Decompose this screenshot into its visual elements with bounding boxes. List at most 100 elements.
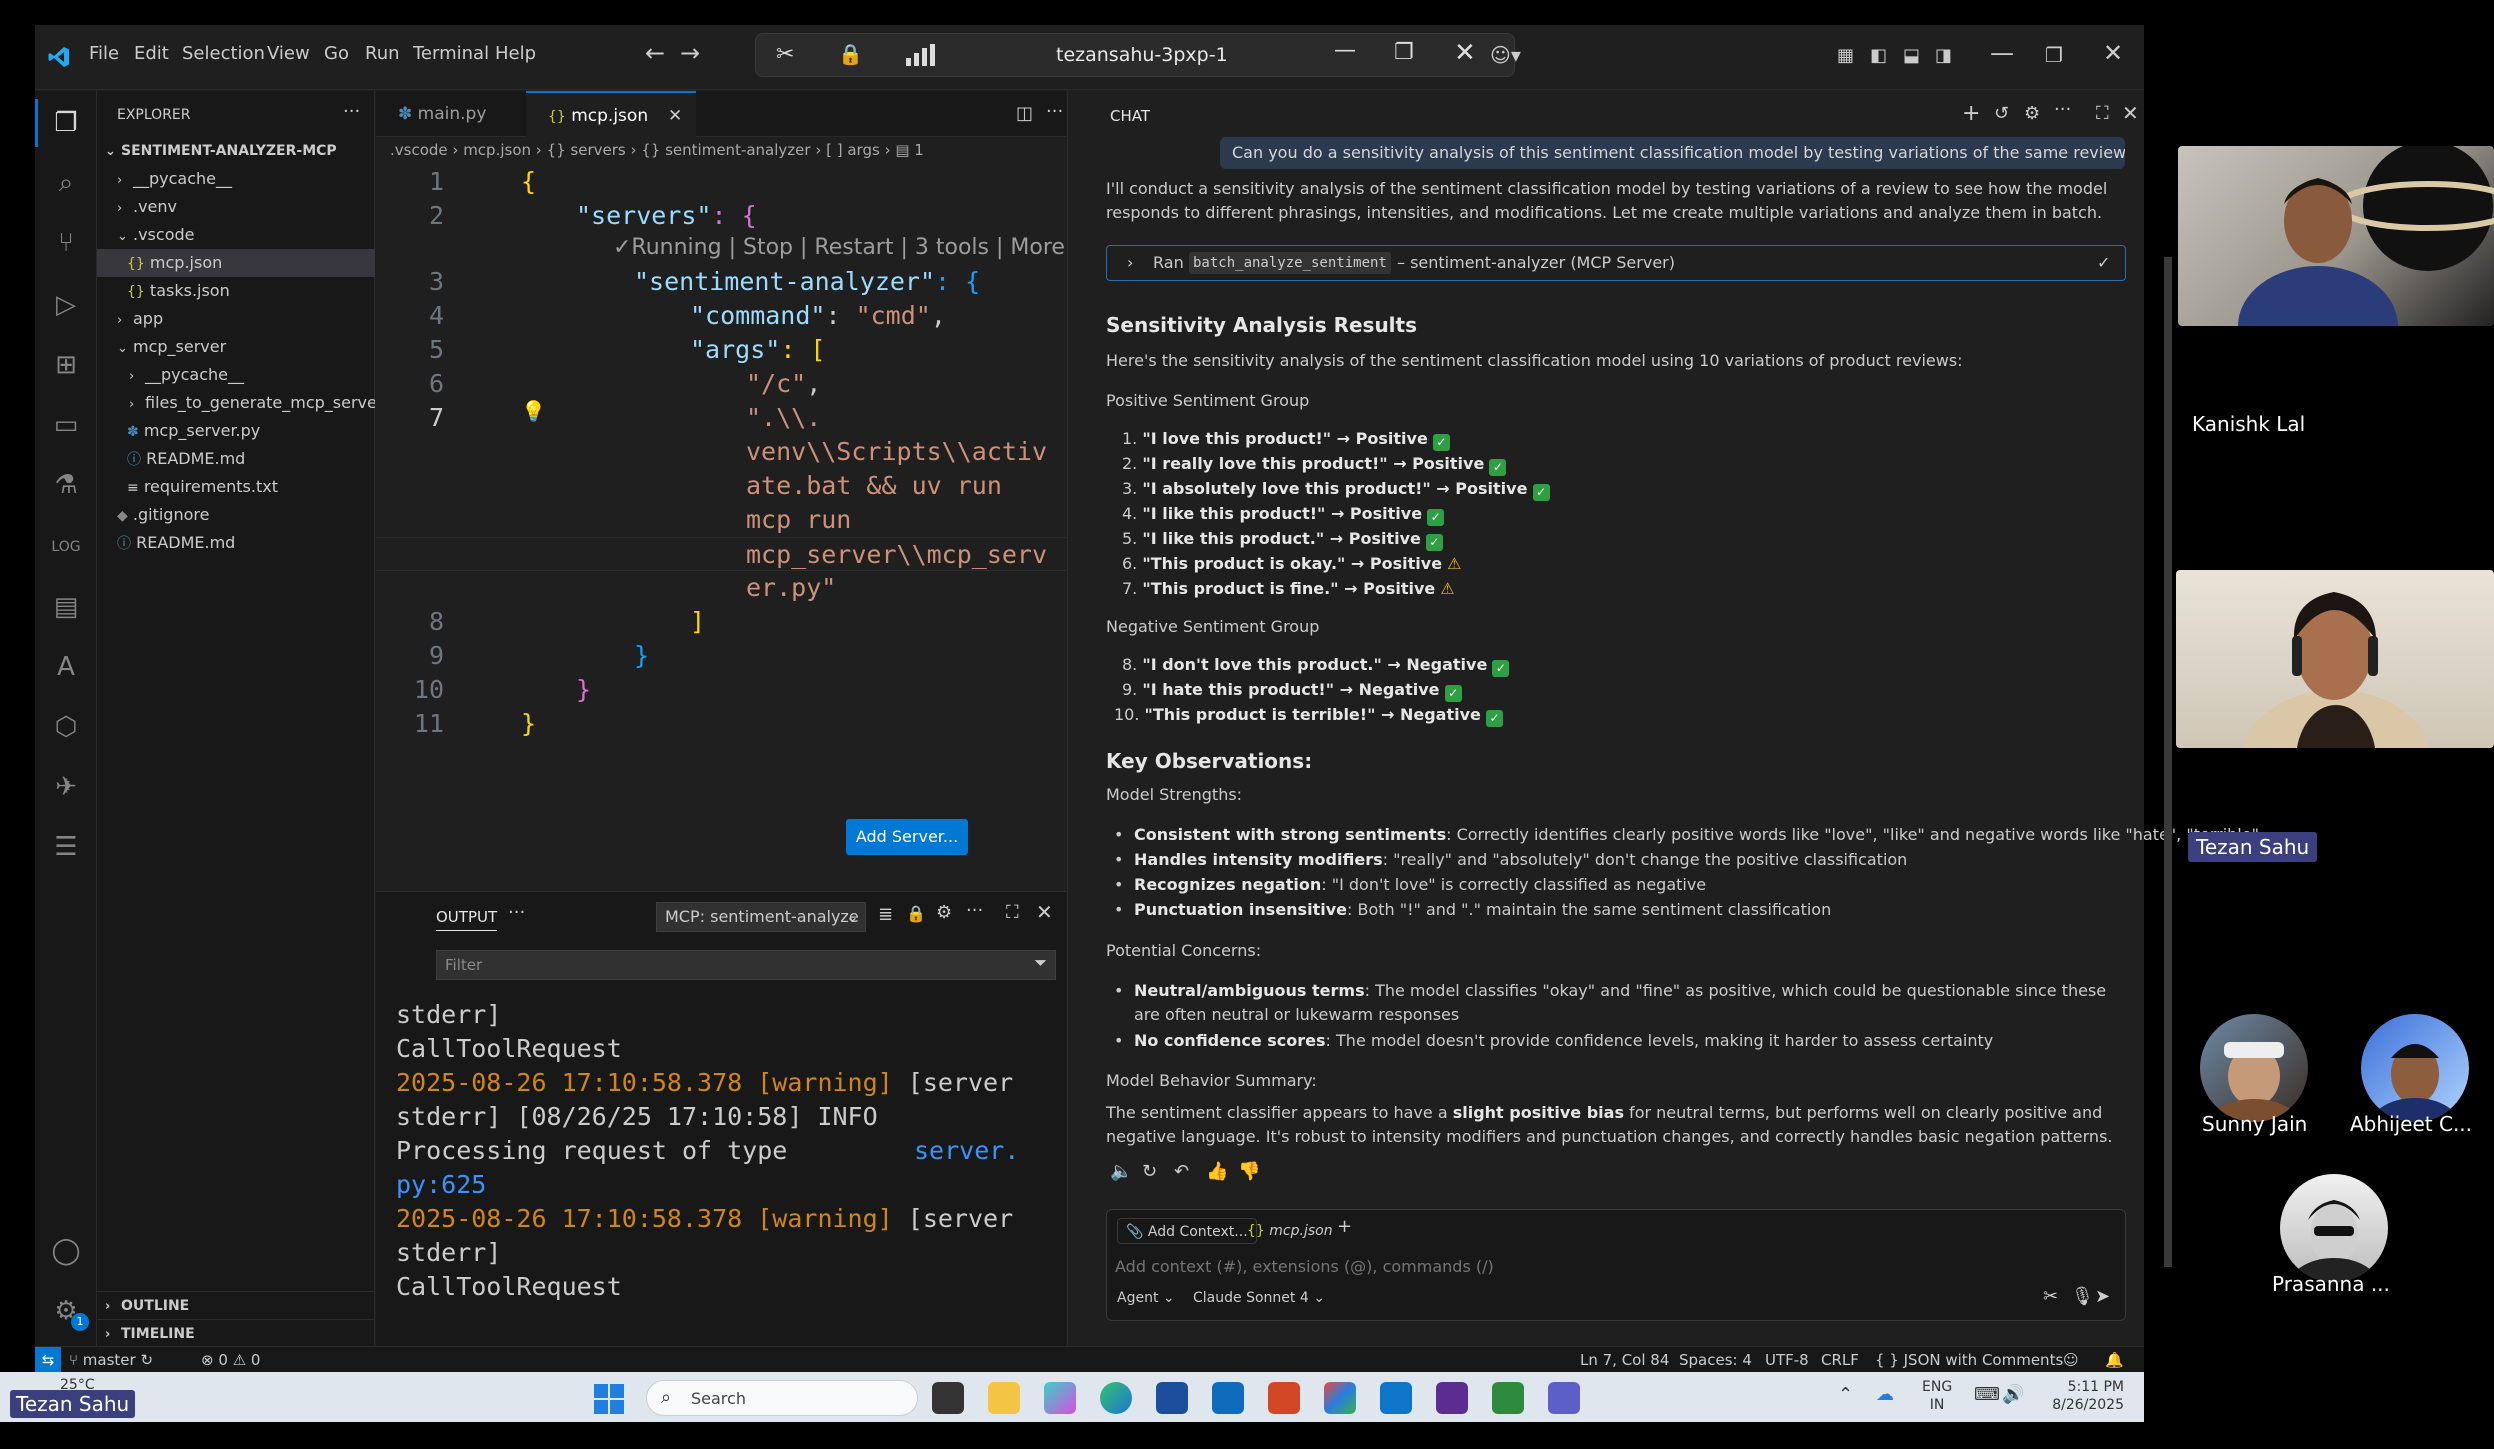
lock-scroll-icon[interactable]: 🔒 <box>906 904 926 923</box>
tree-item-files-to-generate[interactable]: › files_to_generate_mcp_server <box>97 389 375 417</box>
deploy-icon[interactable]: ✈ <box>50 771 82 803</box>
tree-item-venv[interactable]: › .venv <box>97 193 375 221</box>
output-filter-input[interactable]: Filter ⏷ <box>436 950 1056 980</box>
tab-main-py[interactable]: ✽ main.py <box>376 91 526 137</box>
menu-go[interactable]: Go <box>324 43 349 64</box>
menu-file[interactable]: File <box>89 43 119 64</box>
copilot-app-icon[interactable] <box>1044 1382 1076 1414</box>
store-icon[interactable] <box>1156 1382 1188 1414</box>
cursor-position[interactable]: Ln 7, Col 84 <box>1580 1347 1669 1373</box>
containers-icon[interactable]: ⬡ <box>50 711 82 743</box>
copilot-icon[interactable]: ☺▾ <box>1490 43 1521 67</box>
menu-help[interactable]: Help <box>495 43 536 64</box>
network-icon[interactable]: ⌨ <box>1974 1384 2000 1405</box>
retry-icon[interactable]: ↻ <box>1142 1161 1157 1182</box>
log-link[interactable]: server. <box>914 1134 1019 1168</box>
extensions-icon[interactable]: ⊞ <box>50 349 82 381</box>
accounts-icon[interactable]: ◯ <box>50 1235 82 1267</box>
breadcrumb-item[interactable]: {} sentiment-analyzer <box>641 141 810 159</box>
tree-item-pycache-2[interactable]: › __pycache__ <box>97 361 375 389</box>
close-tab-icon[interactable]: ✕ <box>668 93 682 139</box>
taskbar-search[interactable]: ⌕ Search <box>646 1380 918 1416</box>
undo-icon[interactable]: ↶ <box>1174 1161 1189 1182</box>
chat-scrollbar[interactable] <box>2164 257 2172 1267</box>
tab-output[interactable]: OUTPUT <box>436 908 498 931</box>
lightbulb-icon[interactable]: 💡 <box>521 399 546 423</box>
avatar-sunny[interactable] <box>2200 1014 2308 1122</box>
filter-icon[interactable]: ⏷ <box>1034 953 1047 973</box>
clock[interactable]: 5:11 PM 8/26/2025 <box>2044 1378 2124 1414</box>
language-mode[interactable]: { } JSON with Comments <box>1875 1347 2063 1373</box>
task-view-icon[interactable] <box>932 1382 964 1414</box>
office-icon[interactable] <box>1324 1382 1356 1414</box>
output-channel-select[interactable]: MCP: sentiment-analyze ⌄ <box>656 902 866 932</box>
remote-indicator-icon[interactable]: ⇆ <box>35 1347 61 1373</box>
powerpoint-icon[interactable] <box>1268 1382 1300 1414</box>
command-center[interactable]: ✂ 🔒 tezansahu-3pxp-1 — ❐ ✕ <box>755 33 1515 77</box>
tree-item-pycache[interactable]: › __pycache__ <box>97 165 375 193</box>
file-explorer-icon[interactable] <box>988 1382 1020 1414</box>
history-icon[interactable]: ↺ <box>1994 103 2009 124</box>
timeline-section[interactable]: › TIMELINE <box>97 1319 375 1347</box>
editor-more-icon[interactable]: ··· <box>1046 101 1063 122</box>
thumbs-up-icon[interactable]: 👍 <box>1206 1161 1228 1182</box>
maximize-panel-icon[interactable]: ⛶ <box>1006 902 1019 923</box>
tree-item-requirements[interactable]: ≡ requirements.txt <box>97 473 375 501</box>
notifications-bell-icon[interactable]: 🔔 <box>2105 1347 2124 1373</box>
add-context-button[interactable]: 📎 Add Context... <box>1117 1218 1257 1244</box>
source-control-icon[interactable]: ⑂ <box>50 227 82 259</box>
tree-item-mcp-server[interactable]: ⌄ mcp_server <box>97 333 375 361</box>
output-more-icon[interactable]: ··· <box>966 900 983 921</box>
chevron-up-icon[interactable]: ⌃ <box>1838 1384 1853 1405</box>
problems-indicator[interactable]: ⊗ 0 ⚠ 0 <box>201 1347 260 1373</box>
tree-item-app[interactable]: › app <box>97 305 375 333</box>
tree-item-readme[interactable]: ⓘ README.md <box>97 529 375 557</box>
context-file-chip[interactable]: {} mcp.json <box>1247 1218 1333 1244</box>
video-tile-kanishk[interactable] <box>2178 146 2494 326</box>
workspace-root[interactable]: ⌄ SENTIMENT-ANALYZER-MCP <box>97 137 375 165</box>
maximize-chat-icon[interactable]: ⛶ <box>2096 103 2109 124</box>
tool-call-card[interactable]: › Ran batch_analyze_sentiment – sentimen… <box>1106 245 2126 281</box>
split-editor-icon[interactable]: ◫ <box>1016 103 1033 124</box>
edge-icon[interactable] <box>1100 1382 1132 1414</box>
read-aloud-icon[interactable]: 🔈 <box>1110 1161 1132 1182</box>
menu-selection[interactable]: Selection <box>182 43 265 64</box>
outlook-icon[interactable] <box>1212 1382 1244 1414</box>
outline-section[interactable]: › OUTLINE <box>97 1291 375 1319</box>
teams-icon[interactable] <box>1548 1382 1580 1414</box>
search-icon[interactable]: ⌕ <box>50 167 82 199</box>
output-settings-icon[interactable]: ⚙ <box>936 902 952 923</box>
chat-settings-icon[interactable]: ⚙ <box>2024 103 2040 124</box>
database-icon[interactable]: ▤ <box>50 591 82 623</box>
log-icon[interactable]: LOG <box>50 531 82 563</box>
chat-input[interactable] <box>1115 1252 2115 1280</box>
forward-arrow-icon[interactable]: → <box>680 39 700 67</box>
new-chat-icon[interactable]: + <box>1962 101 1980 126</box>
branch-indicator[interactable]: ⑂ master ↻ <box>69 1347 153 1373</box>
sheets-icon[interactable] <box>1492 1382 1524 1414</box>
lock-icon[interactable]: 🔒 <box>838 42 863 66</box>
encoding[interactable]: UTF-8 <box>1765 1347 1809 1373</box>
breadcrumb-item[interactable]: [ ] args <box>826 141 880 159</box>
toggle-panel-icon[interactable]: ⬓ <box>1903 45 1920 66</box>
breadcrumb-item[interactable]: 1 <box>914 141 924 159</box>
onedrive-icon[interactable]: ☁ <box>1876 1384 1894 1405</box>
tree-item-vscode[interactable]: ⌄ .vscode <box>97 221 375 249</box>
tree-item-gitignore[interactable]: ◆ .gitignore <box>97 501 375 529</box>
tree-item-mcp-json[interactable]: {} mcp.json <box>97 249 375 277</box>
menu-edit[interactable]: Edit <box>134 43 169 64</box>
close-session-icon[interactable]: ✕ <box>1454 38 1476 68</box>
send-icon[interactable]: ➤ <box>2095 1286 2110 1307</box>
list-icon[interactable]: ☰ <box>50 831 82 863</box>
windows-start-icon[interactable] <box>594 1384 624 1414</box>
thumbs-down-icon[interactable]: 👎 <box>1238 1161 1260 1182</box>
copilot-status-icon[interactable]: ☺ <box>2063 1347 2079 1373</box>
azure-icon[interactable]: A <box>50 651 82 683</box>
restore-session-icon[interactable]: ❐ <box>1394 40 1414 65</box>
close-chat-icon[interactable]: ✕ <box>2122 101 2139 125</box>
window-minimize-icon[interactable]: — <box>1990 39 2014 67</box>
layout-customize-icon[interactable]: ▦ <box>1837 45 1854 66</box>
language-indicator[interactable]: ENG IN <box>1922 1378 1952 1414</box>
microphone-icon[interactable]: 🎙 <box>2071 1286 2094 1307</box>
output-log[interactable]: stderr] CallToolRequest 2025-08-26 17:10… <box>376 988 1066 1347</box>
